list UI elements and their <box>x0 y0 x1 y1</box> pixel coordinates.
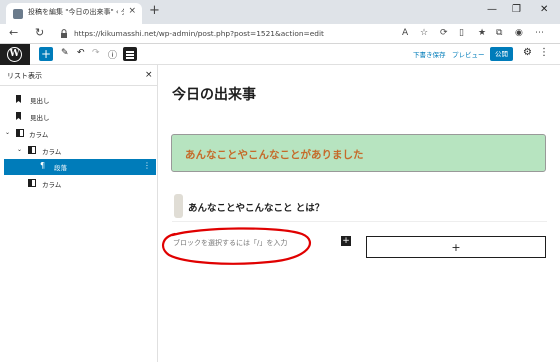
chevron-down-icon[interactable]: ⌄ <box>5 129 10 136</box>
split-screen-icon[interactable]: ▯ <box>459 28 464 38</box>
list-view-button[interactable] <box>123 47 137 61</box>
preview-button[interactable]: プレビュー <box>452 49 485 59</box>
tab-title: 投稿を編集 "今日の出来事" ‹ ダウ <box>28 8 124 16</box>
close-window-button[interactable]: ✕ <box>540 4 548 15</box>
browser-menu-icon[interactable]: ⋯ <box>535 28 544 38</box>
list-item-column[interactable]: ⌄ カラム <box>0 143 157 159</box>
list-item-label: カラム <box>29 131 49 139</box>
block-options-icon[interactable]: ⋮ <box>143 161 151 170</box>
list-item-heading[interactable]: 見出し <box>0 109 157 125</box>
pencil-icon[interactable]: ✎ <box>61 48 69 58</box>
url-text: https://kikumasshi.net/wp-admin/post.php… <box>74 29 324 38</box>
close-sidebar-button[interactable]: × <box>145 70 153 80</box>
editor-header: W + ✎ ↶ ↷ ⓘ 下書き保存 プレビュー 公開 ⚙ ⋮ <box>0 44 560 65</box>
tab-close-button[interactable]: × <box>128 6 136 16</box>
post-title[interactable]: 今日の出来事 <box>172 84 256 104</box>
wordpress-logo[interactable]: W <box>0 44 30 65</box>
list-item-label: 段落 <box>54 164 67 172</box>
list-item-label: カラム <box>42 181 62 189</box>
maximize-button[interactable]: ❐ <box>512 4 521 15</box>
options-menu-icon[interactable]: ⋮ <box>539 47 549 58</box>
list-item-paragraph-selected[interactable]: ¶ 段落 ⋮ <box>4 159 156 175</box>
info-icon[interactable]: ⓘ <box>108 48 117 61</box>
reload-button[interactable]: ↻ <box>35 26 44 39</box>
heading-block[interactable]: あんなことやこんなこと とは？ <box>188 200 324 214</box>
url-input[interactable]: https://kikumasshi.net/wp-admin/post.php… <box>58 26 368 42</box>
block-inserter-button[interactable]: + <box>39 47 53 61</box>
sidebar-divider <box>0 85 157 86</box>
read-aloud-icon[interactable]: A <box>402 28 408 38</box>
paragraph-icon: ¶ <box>40 161 46 170</box>
browser-tab-strip: 投稿を編集 "今日の出来事" ‹ ダウ × + — ❐ ✕ <box>0 0 560 24</box>
column-icon <box>28 179 36 187</box>
refresh-icon[interactable]: ⟳ <box>440 28 448 38</box>
plus-icon: + <box>451 241 461 254</box>
list-item-label: 見出し <box>30 114 50 122</box>
column-icon <box>28 146 36 154</box>
profile-icon[interactable]: ◉ <box>515 28 523 38</box>
list-view-sidebar: リスト表示 × 見出し 見出し ⌄ カラム ⌄ カラム ¶ 段落 ⋮ カラム <box>0 65 158 362</box>
sidebar-title: リスト表示 <box>7 72 42 80</box>
back-button[interactable]: ← <box>9 26 18 39</box>
list-item-column[interactable]: カラム <box>0 176 157 192</box>
save-draft-button[interactable]: 下書き保存 <box>413 49 446 59</box>
favorite-star-icon[interactable]: ☆ <box>420 28 428 38</box>
green-paragraph-block[interactable]: あんなことやこんなことがありました <box>171 134 546 172</box>
browser-tab[interactable]: 投稿を編集 "今日の出来事" ‹ ダウ × <box>6 3 142 24</box>
bookmark-icon <box>16 95 21 103</box>
new-tab-button[interactable]: + <box>149 3 160 19</box>
column-block-appender[interactable]: + <box>366 236 546 258</box>
redo-icon[interactable]: ↷ <box>92 48 100 58</box>
green-paragraph-text: あんなことやこんなことがありました <box>185 149 364 161</box>
undo-icon[interactable]: ↶ <box>77 48 85 58</box>
editor-canvas: 今日の出来事 あんなことやこんなことがありました あんなことやこんなこと とは？… <box>159 65 560 362</box>
block-handle[interactable] <box>174 194 183 218</box>
block-inserter-plus-icon[interactable]: + <box>341 236 351 246</box>
favicon-icon <box>13 9 23 19</box>
list-item-heading[interactable]: 見出し <box>0 92 157 108</box>
list-item-label: 見出し <box>30 97 50 105</box>
minimize-button[interactable]: — <box>487 4 497 15</box>
block-divider <box>172 221 547 222</box>
list-item-label: カラム <box>42 148 62 156</box>
bookmark-icon <box>16 112 21 120</box>
favorites-icon[interactable]: ★ <box>478 28 486 38</box>
settings-gear-icon[interactable]: ⚙ <box>523 47 532 58</box>
lock-icon <box>61 29 67 38</box>
chevron-down-icon[interactable]: ⌄ <box>17 146 22 153</box>
wordpress-icon: W <box>7 47 22 62</box>
paragraph-placeholder[interactable]: ブロックを選択するには「/」を入力 <box>173 238 287 248</box>
address-bar-row: ← ↻ https://kikumasshi.net/wp-admin/post… <box>0 24 560 44</box>
columns-icon <box>16 129 24 137</box>
list-item-columns[interactable]: ⌄ カラム <box>0 126 157 142</box>
publish-button[interactable]: 公開 <box>490 47 513 61</box>
collections-icon[interactable]: ⧉ <box>496 28 502 38</box>
